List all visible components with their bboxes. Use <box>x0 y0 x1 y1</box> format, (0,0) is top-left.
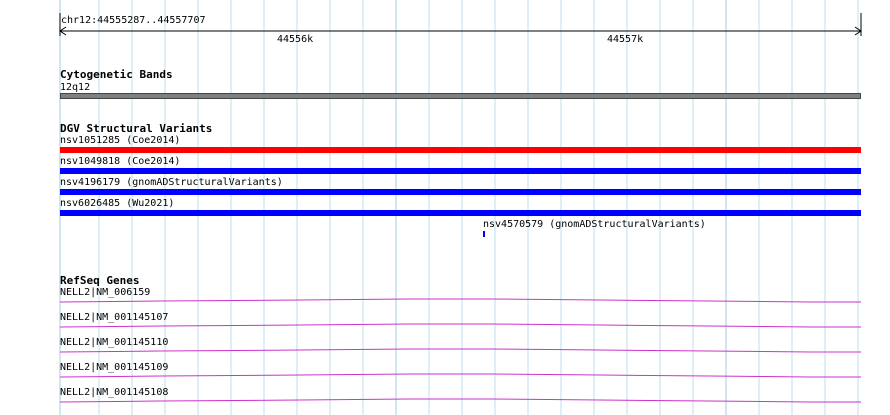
track-title-refseq: RefSeq Genes <box>60 274 140 287</box>
dgv-feature-bar[interactable] <box>483 231 485 237</box>
cytoband-feature[interactable] <box>60 93 861 99</box>
coordinate-ruler[interactable] <box>0 0 890 60</box>
track-title-cytoband: Cytogenetic Bands <box>60 68 173 81</box>
dgv-feature-bar[interactable] <box>60 168 861 174</box>
ruler-tick-label: 44557k <box>607 34 644 45</box>
dgv-feature-bar[interactable] <box>60 147 861 153</box>
gene-label: NELL2|NM_001145108 <box>60 387 169 398</box>
dgv-feature-label: nsv4570579 (gnomADStructuralVariants) <box>483 219 706 230</box>
dgv-feature-bar[interactable] <box>60 189 861 195</box>
gene-label: NELL2|NM_006159 <box>60 287 151 298</box>
dgv-feature-bar[interactable] <box>60 210 861 216</box>
track-title-dgv: DGV Structural Variants <box>60 122 213 135</box>
gene-label: NELL2|NM_001145110 <box>60 337 169 348</box>
gene-label: NELL2|NM_001145109 <box>60 362 169 373</box>
ruler-tick-label: 44556k <box>277 34 314 45</box>
dgv-feature-label: nsv4196179 (gnomADStructuralVariants) <box>60 177 283 188</box>
gene-label: NELL2|NM_001145107 <box>60 312 169 323</box>
dgv-feature-label: nsv1049818 (Coe2014) <box>60 156 181 167</box>
dgv-feature-label: nsv1051285 (Coe2014) <box>60 135 181 146</box>
location-label: chr12:44555287..44557707 <box>61 15 206 26</box>
dgv-feature-label: nsv6026485 (Wu2021) <box>60 198 175 209</box>
